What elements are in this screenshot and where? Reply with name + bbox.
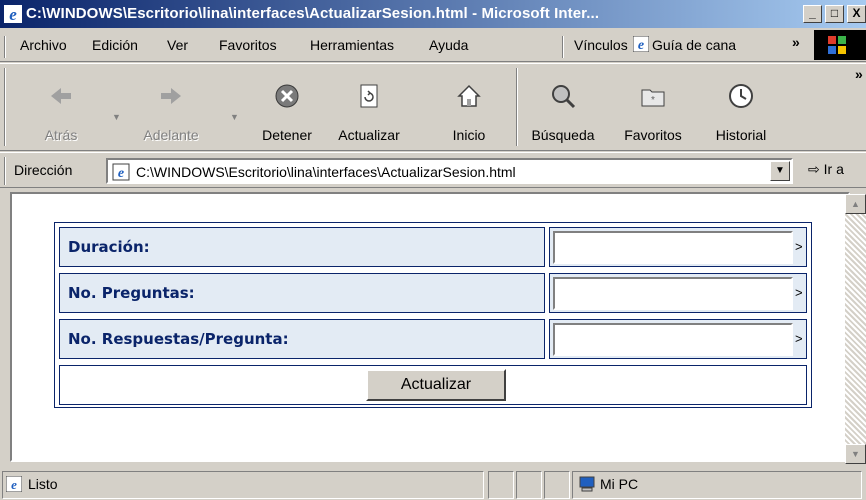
form-row-preguntas: No. Preguntas: >: [59, 273, 807, 313]
back-label: Atrás: [44, 127, 78, 143]
toolbar-overflow-chevron-icon[interactable]: »: [855, 66, 863, 82]
menu-ayuda[interactable]: Ayuda: [429, 37, 468, 53]
status-text: Listo: [28, 476, 58, 492]
no-respuestas-input[interactable]: [553, 323, 793, 356]
cell-no-preguntas: >: [549, 273, 807, 313]
forward-dropdown-chevron-icon[interactable]: ▼: [230, 112, 239, 122]
refresh-icon: [360, 84, 378, 108]
actualizar-button[interactable]: Actualizar: [366, 369, 506, 401]
address-input[interactable]: e C:\WINDOWS\Escritorio\lina\interfaces\…: [106, 158, 793, 184]
stop-icon: [275, 84, 299, 108]
menu-favoritos[interactable]: Favoritos: [219, 37, 277, 53]
search-icon: [552, 85, 576, 109]
home-button[interactable]: Inicio: [430, 72, 508, 148]
refresh-label: Actualizar: [338, 127, 400, 143]
home-label: Inicio: [452, 127, 486, 143]
toolbar-separator: [516, 68, 518, 146]
status-panel-3: [516, 471, 542, 499]
stop-label: Detener: [262, 127, 312, 143]
cell-duracion: >: [549, 227, 807, 267]
address-label: Dirección: [14, 162, 73, 178]
no-preguntas-suffix: >: [795, 285, 803, 300]
go-label: Ir a: [823, 161, 844, 177]
history-clock-icon: [729, 84, 753, 108]
internet-explorer-icon: e: [4, 5, 22, 23]
history-button[interactable]: Historial: [702, 72, 780, 148]
favorites-button[interactable]: * Favoritos: [614, 72, 692, 148]
no-respuestas-suffix: >: [795, 331, 803, 346]
refresh-button[interactable]: Actualizar: [330, 72, 408, 148]
form-row-duracion: Duración: >: [59, 227, 807, 267]
standard-toolbar: Atrás ▼ Adelante ▼ Detener Actualizar In…: [0, 63, 866, 151]
home-icon: [457, 84, 481, 107]
minimize-button[interactable]: _: [803, 5, 822, 23]
menu-herramientas[interactable]: Herramientas: [310, 37, 394, 53]
favorites-folder-icon: *: [641, 89, 665, 107]
svg-text:e: e: [118, 166, 124, 181]
address-bar: Dirección e C:\WINDOWS\Escritorio\lina\i…: [0, 152, 866, 188]
favorites-label: Favoritos: [624, 127, 682, 143]
title-bar[interactable]: e C:\WINDOWS\Escritorio\lina\interfaces\…: [0, 0, 866, 28]
page-content: Duración: > No. Preguntas: > No. Respues…: [10, 192, 850, 462]
close-button[interactable]: X: [847, 5, 866, 23]
status-panel-2: [488, 471, 514, 499]
forward-label: Adelante: [143, 127, 199, 143]
forward-arrow-icon: [161, 88, 181, 104]
scroll-up-arrow-icon[interactable]: ▲: [845, 194, 866, 214]
links-overflow-chevron-icon[interactable]: »: [792, 34, 800, 50]
window-title: C:\WINDOWS\Escritorio\lina\interfaces\Ac…: [26, 5, 600, 22]
links-separator: [562, 36, 564, 58]
svg-text:*: *: [651, 95, 655, 106]
vertical-scrollbar[interactable]: ▲ ▼: [845, 194, 866, 464]
back-dropdown-chevron-icon[interactable]: ▼: [112, 112, 121, 122]
windows-logo-icon: [814, 30, 866, 60]
ie-page-icon: e: [633, 36, 649, 52]
menu-archivo[interactable]: Archivo: [20, 37, 67, 53]
duracion-suffix: >: [795, 239, 803, 254]
no-preguntas-input[interactable]: [553, 277, 793, 310]
svg-text:e: e: [638, 38, 644, 52]
search-label: Búsqueda: [531, 127, 595, 143]
status-panel-4: [544, 471, 570, 499]
go-arrow-icon: ⇨: [808, 161, 820, 177]
links-label: Vínculos: [574, 37, 628, 53]
menu-bar: Archivo Edición Ver Favoritos Herramient…: [0, 28, 866, 62]
status-bar: e Listo Mi PC: [0, 466, 866, 500]
svg-text:e: e: [11, 477, 17, 492]
stop-button[interactable]: Detener: [248, 72, 326, 148]
label-duracion: Duración:: [59, 227, 545, 267]
status-panel-main: [2, 471, 484, 499]
search-button[interactable]: Búsqueda: [524, 72, 602, 148]
back-arrow-icon: [51, 88, 71, 104]
address-dropdown-chevron-icon[interactable]: ▼: [770, 161, 790, 181]
toolbar-grip: [4, 68, 6, 146]
form-row-respuestas: No. Respuestas/Pregunta: >: [59, 319, 807, 359]
update-session-form: Duración: > No. Preguntas: > No. Respues…: [54, 222, 812, 408]
page-icon: e: [112, 163, 130, 181]
forward-button[interactable]: Adelante: [132, 72, 210, 148]
duracion-input[interactable]: [553, 231, 793, 264]
back-button[interactable]: Atrás: [22, 72, 100, 148]
status-page-icon: e: [6, 476, 22, 492]
svg-text:e: e: [9, 5, 17, 23]
menu-edicion[interactable]: Edición: [92, 37, 138, 53]
label-no-respuestas: No. Respuestas/Pregunta:: [59, 319, 545, 359]
scroll-down-arrow-icon[interactable]: ▼: [845, 444, 866, 464]
history-label: Historial: [715, 127, 767, 143]
menubar-grip: [4, 36, 6, 58]
label-no-preguntas: No. Preguntas:: [59, 273, 545, 313]
browser-window: e C:\WINDOWS\Escritorio\lina\interfaces\…: [0, 0, 866, 500]
maximize-button[interactable]: □: [825, 5, 844, 23]
my-computer-icon: [579, 476, 595, 492]
cell-no-respuestas: >: [549, 319, 807, 359]
address-grip: [4, 157, 6, 185]
form-submit-row: Actualizar: [59, 365, 807, 405]
menu-ver[interactable]: Ver: [167, 37, 188, 53]
go-button[interactable]: ⇨ Ir a: [808, 161, 844, 178]
status-zone-text: Mi PC: [600, 476, 639, 492]
address-url: C:\WINDOWS\Escritorio\lina\interfaces\Ac…: [136, 164, 516, 180]
link-guia-de-canales[interactable]: Guía de cana: [652, 37, 736, 53]
